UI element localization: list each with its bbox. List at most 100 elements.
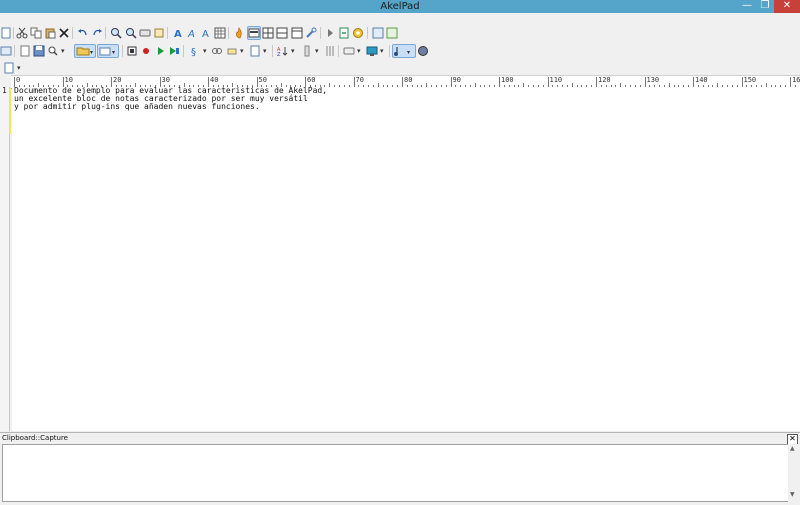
undo-icon[interactable] — [77, 27, 89, 39]
music-note-icon[interactable]: ▾ — [392, 44, 416, 58]
ruler-label: 140 — [695, 76, 708, 84]
ruler-label: 80 — [404, 76, 413, 84]
toolbar-separator — [13, 27, 14, 39]
svg-text:A: A — [202, 29, 209, 39]
open-folder-icon[interactable]: ▾ — [74, 44, 96, 58]
toolbar-separator — [320, 27, 321, 39]
chevron-down-icon[interactable]: ▾ — [291, 45, 295, 57]
paste-icon[interactable] — [44, 27, 56, 39]
keyboard-icon[interactable] — [343, 45, 355, 57]
window-list-icon[interactable] — [0, 45, 12, 57]
secondary-toolbar: ▾ ▾ ▾ § ▾ ▾ ▾ AZ ▾ ▾ ▾ ▾ ▾ — [0, 43, 800, 60]
document-icon[interactable] — [3, 62, 15, 74]
ruler-label: 100 — [501, 76, 514, 84]
toolbar-separator — [122, 45, 123, 57]
chevron-down-icon[interactable]: ▾ — [380, 45, 384, 57]
ruler-label: 50 — [258, 76, 267, 84]
bookmark-icon[interactable] — [301, 45, 313, 57]
play-icon[interactable] — [154, 45, 166, 57]
scroll-up-icon[interactable]: ▲ — [790, 445, 795, 452]
highlight-icon[interactable] — [226, 45, 238, 57]
print-preview-icon[interactable] — [47, 45, 59, 57]
toolbar-separator — [338, 45, 339, 57]
ruler-label: 70 — [355, 76, 364, 84]
columns-marker-icon[interactable] — [324, 45, 336, 57]
chevron-down-icon[interactable]: ▾ — [357, 45, 361, 57]
settings-icon[interactable] — [352, 27, 364, 39]
template-icon[interactable] — [249, 45, 261, 57]
chevron-down-icon[interactable]: ▾ — [315, 45, 319, 57]
toolbar-separator — [367, 27, 368, 39]
ruler-label: 40 — [210, 76, 219, 84]
ruler-label: 10 — [64, 76, 73, 84]
ruler-label: 60 — [307, 76, 316, 84]
run-icon[interactable] — [324, 27, 336, 39]
chevron-down-icon[interactable]: ▾ — [263, 45, 267, 57]
export-icon[interactable] — [338, 27, 350, 39]
stop-icon[interactable] — [126, 45, 138, 57]
link-icon[interactable] — [211, 45, 223, 57]
tile-icon[interactable] — [386, 27, 398, 39]
ruler-label: 120 — [598, 76, 611, 84]
chevron-down-icon[interactable]: ▾ — [61, 45, 65, 57]
toolbar-separator — [183, 45, 184, 57]
columns-icon[interactable] — [291, 27, 303, 39]
wrench-icon[interactable] — [305, 27, 317, 39]
minimize-button[interactable]: — — [738, 0, 756, 13]
split-icon[interactable] — [262, 27, 274, 39]
toolbar-separator — [105, 27, 106, 39]
font-italic-icon[interactable]: A — [186, 27, 198, 39]
chevron-down-icon[interactable]: ▾ — [240, 45, 244, 57]
delete-icon[interactable] — [58, 27, 70, 39]
wordwrap-icon[interactable] — [247, 26, 261, 40]
ruler-label: 110 — [549, 76, 563, 84]
text-editor[interactable]: Documento de ejemplo para evaluar las ca… — [12, 87, 800, 431]
play-multiple-icon[interactable] — [168, 45, 180, 57]
svg-text:▾: ▾ — [112, 49, 115, 56]
ruler-label: 0 — [16, 76, 21, 84]
view-select-icon[interactable]: ▾ — [97, 44, 119, 58]
scroll-down-icon[interactable]: ▼ — [790, 491, 795, 498]
svg-text:A: A — [187, 29, 195, 39]
svg-text:A: A — [174, 29, 182, 39]
sessions-icon[interactable] — [19, 45, 31, 57]
replace-icon[interactable] — [139, 27, 151, 39]
charmap-icon[interactable] — [214, 27, 226, 39]
fire-icon[interactable] — [233, 27, 245, 39]
window-title: AkelPad — [380, 1, 420, 12]
goto-icon[interactable] — [153, 27, 165, 39]
ruler-label: 160 — [792, 76, 800, 84]
clipboard-panel-title: Clipboard::Capture — [2, 434, 68, 442]
chevron-down-icon[interactable]: ▾ — [203, 45, 207, 57]
chevron-down-icon[interactable]: ▾ — [17, 62, 21, 74]
svg-text:Z: Z — [277, 52, 281, 57]
globe-icon[interactable] — [417, 45, 429, 57]
copy-icon[interactable] — [30, 27, 42, 39]
close-button[interactable]: ✕ — [774, 0, 800, 13]
new-icon[interactable] — [0, 27, 12, 39]
sort-icon[interactable]: AZ — [277, 45, 289, 57]
clipboard-capture-area[interactable] — [2, 444, 790, 502]
line-number: 1 — [2, 86, 7, 95]
panel-icon[interactable] — [372, 27, 384, 39]
restore-button[interactable]: ❐ — [756, 0, 774, 13]
syntax-icon[interactable]: § — [189, 45, 201, 57]
vertical-scrollbar[interactable]: ▲ ▼ — [788, 444, 799, 502]
grid-icon[interactable] — [276, 27, 288, 39]
ruler-label: 130 — [646, 76, 660, 84]
cut-icon[interactable] — [16, 27, 28, 39]
save-all-icon[interactable] — [33, 45, 45, 57]
redo-icon[interactable] — [91, 27, 103, 39]
toolbar-separator — [72, 27, 73, 39]
svg-text:▾: ▾ — [90, 49, 93, 56]
record-icon[interactable] — [140, 45, 152, 57]
find-next-icon[interactable] — [125, 27, 137, 39]
find-icon[interactable] — [110, 27, 122, 39]
ruler-label: 90 — [452, 76, 461, 84]
ruler-label: 150 — [743, 76, 757, 84]
font-bold-icon[interactable]: A — [172, 27, 184, 39]
ruler-label: 20 — [113, 76, 122, 84]
font-underline-icon[interactable]: A — [200, 27, 212, 39]
monitor-icon[interactable] — [366, 45, 378, 57]
svg-text:▾: ▾ — [407, 49, 410, 56]
